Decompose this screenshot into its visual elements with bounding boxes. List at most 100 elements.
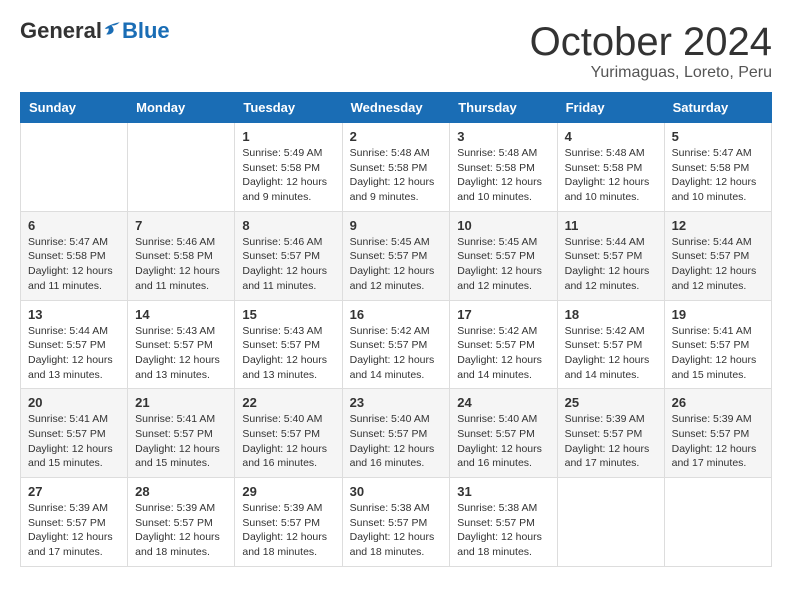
day-number: 13 xyxy=(28,307,120,322)
column-header-monday: Monday xyxy=(128,93,235,123)
day-number: 4 xyxy=(565,129,657,144)
day-number: 19 xyxy=(672,307,764,322)
day-number: 29 xyxy=(242,484,334,499)
calendar-cell: 29 Sunrise: 5:39 AMSunset: 5:57 PMDayligh… xyxy=(235,478,342,567)
calendar-cell xyxy=(128,123,235,212)
location-subtitle: Yurimaguas, Loreto, Peru xyxy=(530,64,772,82)
day-number: 2 xyxy=(350,129,443,144)
day-info: Sunrise: 5:44 AMSunset: 5:57 PMDaylight:… xyxy=(672,235,764,294)
day-info: Sunrise: 5:47 AMSunset: 5:58 PMDaylight:… xyxy=(672,146,764,205)
day-info: Sunrise: 5:40 AMSunset: 5:57 PMDaylight:… xyxy=(350,412,443,471)
logo-general-text: General xyxy=(20,20,102,42)
day-number: 16 xyxy=(350,307,443,322)
day-number: 6 xyxy=(28,218,120,233)
calendar-cell xyxy=(557,478,664,567)
calendar-cell: 27 Sunrise: 5:39 AMSunset: 5:57 PMDayligh… xyxy=(21,478,128,567)
calendar-cell: 6 Sunrise: 5:47 AMSunset: 5:58 PMDaylight… xyxy=(21,211,128,300)
day-number: 28 xyxy=(135,484,227,499)
day-info: Sunrise: 5:49 AMSunset: 5:58 PMDaylight:… xyxy=(242,146,334,205)
day-number: 17 xyxy=(457,307,549,322)
calendar-cell: 11Sunrise: 5:44 AMSunset: 5:57 PMDayligh… xyxy=(557,211,664,300)
day-number: 14 xyxy=(135,307,227,322)
column-header-thursday: Thursday xyxy=(450,93,557,123)
day-info: Sunrise: 5:47 AMSunset: 5:58 PMDaylight:… xyxy=(28,235,120,294)
calendar-cell: 10 Sunrise: 5:45 AMSunset: 5:57 PMDayligh… xyxy=(450,211,557,300)
calendar-cell: 30 Sunrise: 5:38 AMSunset: 5:57 PMDayligh… xyxy=(342,478,450,567)
column-header-sunday: Sunday xyxy=(21,93,128,123)
day-number: 23 xyxy=(350,395,443,410)
day-number: 22 xyxy=(242,395,334,410)
calendar-cell: 16 Sunrise: 5:42 AMSunset: 5:57 PMDayligh… xyxy=(342,300,450,389)
calendar-cell: 28 Sunrise: 5:39 AMSunset: 5:57 PMDayligh… xyxy=(128,478,235,567)
day-info: Sunrise: 5:42 AMSunset: 5:57 PMDaylight:… xyxy=(565,324,657,383)
day-number: 5 xyxy=(672,129,764,144)
day-info: Sunrise: 5:39 AMSunset: 5:57 PMDaylight:… xyxy=(135,501,227,560)
day-info: Sunrise: 5:41 AMSunset: 5:57 PMDaylight:… xyxy=(135,412,227,471)
calendar-cell: 13 Sunrise: 5:44 AMSunset: 5:57 PMDayligh… xyxy=(21,300,128,389)
day-number: 10 xyxy=(457,218,549,233)
day-info: Sunrise: 5:41 AMSunset: 5:57 PMDaylight:… xyxy=(672,324,764,383)
day-info: Sunrise: 5:38 AMSunset: 5:57 PMDaylight:… xyxy=(350,501,443,560)
calendar-cell: 26Sunrise: 5:39 AMSunset: 5:57 PMDayligh… xyxy=(664,389,771,478)
calendar-cell: 7Sunrise: 5:46 AMSunset: 5:58 PMDaylight… xyxy=(128,211,235,300)
day-info: Sunrise: 5:44 AMSunset: 5:57 PMDaylight:… xyxy=(565,235,657,294)
day-number: 20 xyxy=(28,395,120,410)
logo-blue-text: Blue xyxy=(122,20,170,42)
page-header: General Blue October 2024 Yurimaguas, Lo… xyxy=(20,20,772,82)
calendar-cell: 25 Sunrise: 5:39 AMSunset: 5:57 PMDayligh… xyxy=(557,389,664,478)
day-info: Sunrise: 5:39 AMSunset: 5:57 PMDaylight:… xyxy=(28,501,120,560)
day-info: Sunrise: 5:42 AMSunset: 5:57 PMDaylight:… xyxy=(350,324,443,383)
column-header-friday: Friday xyxy=(557,93,664,123)
day-number: 15 xyxy=(242,307,334,322)
day-number: 8 xyxy=(242,218,334,233)
day-info: Sunrise: 5:45 AMSunset: 5:57 PMDaylight:… xyxy=(457,235,549,294)
calendar-header-row: SundayMondayTuesdayWednesdayThursdayFrid… xyxy=(21,93,772,123)
calendar-week-1: 1 Sunrise: 5:49 AMSunset: 5:58 PMDaylight… xyxy=(21,123,772,212)
day-number: 26 xyxy=(672,395,764,410)
calendar-cell: 15 Sunrise: 5:43 AMSunset: 5:57 PMDayligh… xyxy=(235,300,342,389)
calendar-cell: 17 Sunrise: 5:42 AMSunset: 5:57 PMDayligh… xyxy=(450,300,557,389)
calendar-week-2: 6 Sunrise: 5:47 AMSunset: 5:58 PMDaylight… xyxy=(21,211,772,300)
day-number: 25 xyxy=(565,395,657,410)
day-info: Sunrise: 5:39 AMSunset: 5:57 PMDaylight:… xyxy=(565,412,657,471)
day-number: 7 xyxy=(135,218,227,233)
calendar-cell: 5 Sunrise: 5:47 AMSunset: 5:58 PMDaylight… xyxy=(664,123,771,212)
logo: General Blue xyxy=(20,20,170,42)
day-number: 1 xyxy=(242,129,334,144)
calendar-cell: 23 Sunrise: 5:40 AMSunset: 5:57 PMDayligh… xyxy=(342,389,450,478)
calendar-cell: 19 Sunrise: 5:41 AMSunset: 5:57 PMDayligh… xyxy=(664,300,771,389)
calendar-cell: 12 Sunrise: 5:44 AMSunset: 5:57 PMDayligh… xyxy=(664,211,771,300)
title-block: October 2024 Yurimaguas, Loreto, Peru xyxy=(530,20,772,82)
day-info: Sunrise: 5:44 AMSunset: 5:57 PMDaylight:… xyxy=(28,324,120,383)
day-info: Sunrise: 5:43 AMSunset: 5:57 PMDaylight:… xyxy=(242,324,334,383)
day-number: 27 xyxy=(28,484,120,499)
calendar-cell: 3 Sunrise: 5:48 AMSunset: 5:58 PMDaylight… xyxy=(450,123,557,212)
day-number: 18 xyxy=(565,307,657,322)
day-info: Sunrise: 5:48 AMSunset: 5:58 PMDaylight:… xyxy=(457,146,549,205)
day-number: 31 xyxy=(457,484,549,499)
calendar-week-4: 20 Sunrise: 5:41 AMSunset: 5:57 PMDayligh… xyxy=(21,389,772,478)
logo-bird-icon xyxy=(104,20,122,38)
day-info: Sunrise: 5:48 AMSunset: 5:58 PMDaylight:… xyxy=(350,146,443,205)
calendar-week-5: 27 Sunrise: 5:39 AMSunset: 5:57 PMDayligh… xyxy=(21,478,772,567)
day-number: 12 xyxy=(672,218,764,233)
day-number: 21 xyxy=(135,395,227,410)
calendar-cell: 24Sunrise: 5:40 AMSunset: 5:57 PMDayligh… xyxy=(450,389,557,478)
calendar-cell: 8 Sunrise: 5:46 AMSunset: 5:57 PMDaylight… xyxy=(235,211,342,300)
calendar-cell: 4Sunrise: 5:48 AMSunset: 5:58 PMDaylight… xyxy=(557,123,664,212)
day-number: 3 xyxy=(457,129,549,144)
day-info: Sunrise: 5:41 AMSunset: 5:57 PMDaylight:… xyxy=(28,412,120,471)
day-info: Sunrise: 5:39 AMSunset: 5:57 PMDaylight:… xyxy=(242,501,334,560)
day-info: Sunrise: 5:42 AMSunset: 5:57 PMDaylight:… xyxy=(457,324,549,383)
calendar-cell: 31Sunrise: 5:38 AMSunset: 5:57 PMDayligh… xyxy=(450,478,557,567)
day-info: Sunrise: 5:46 AMSunset: 5:57 PMDaylight:… xyxy=(242,235,334,294)
day-number: 30 xyxy=(350,484,443,499)
day-number: 24 xyxy=(457,395,549,410)
day-number: 9 xyxy=(350,218,443,233)
calendar-cell: 20 Sunrise: 5:41 AMSunset: 5:57 PMDayligh… xyxy=(21,389,128,478)
calendar-cell: 1 Sunrise: 5:49 AMSunset: 5:58 PMDaylight… xyxy=(235,123,342,212)
calendar-cell: 22Sunrise: 5:40 AMSunset: 5:57 PMDayligh… xyxy=(235,389,342,478)
calendar-cell: 2 Sunrise: 5:48 AMSunset: 5:58 PMDaylight… xyxy=(342,123,450,212)
calendar-cell xyxy=(21,123,128,212)
column-header-saturday: Saturday xyxy=(664,93,771,123)
